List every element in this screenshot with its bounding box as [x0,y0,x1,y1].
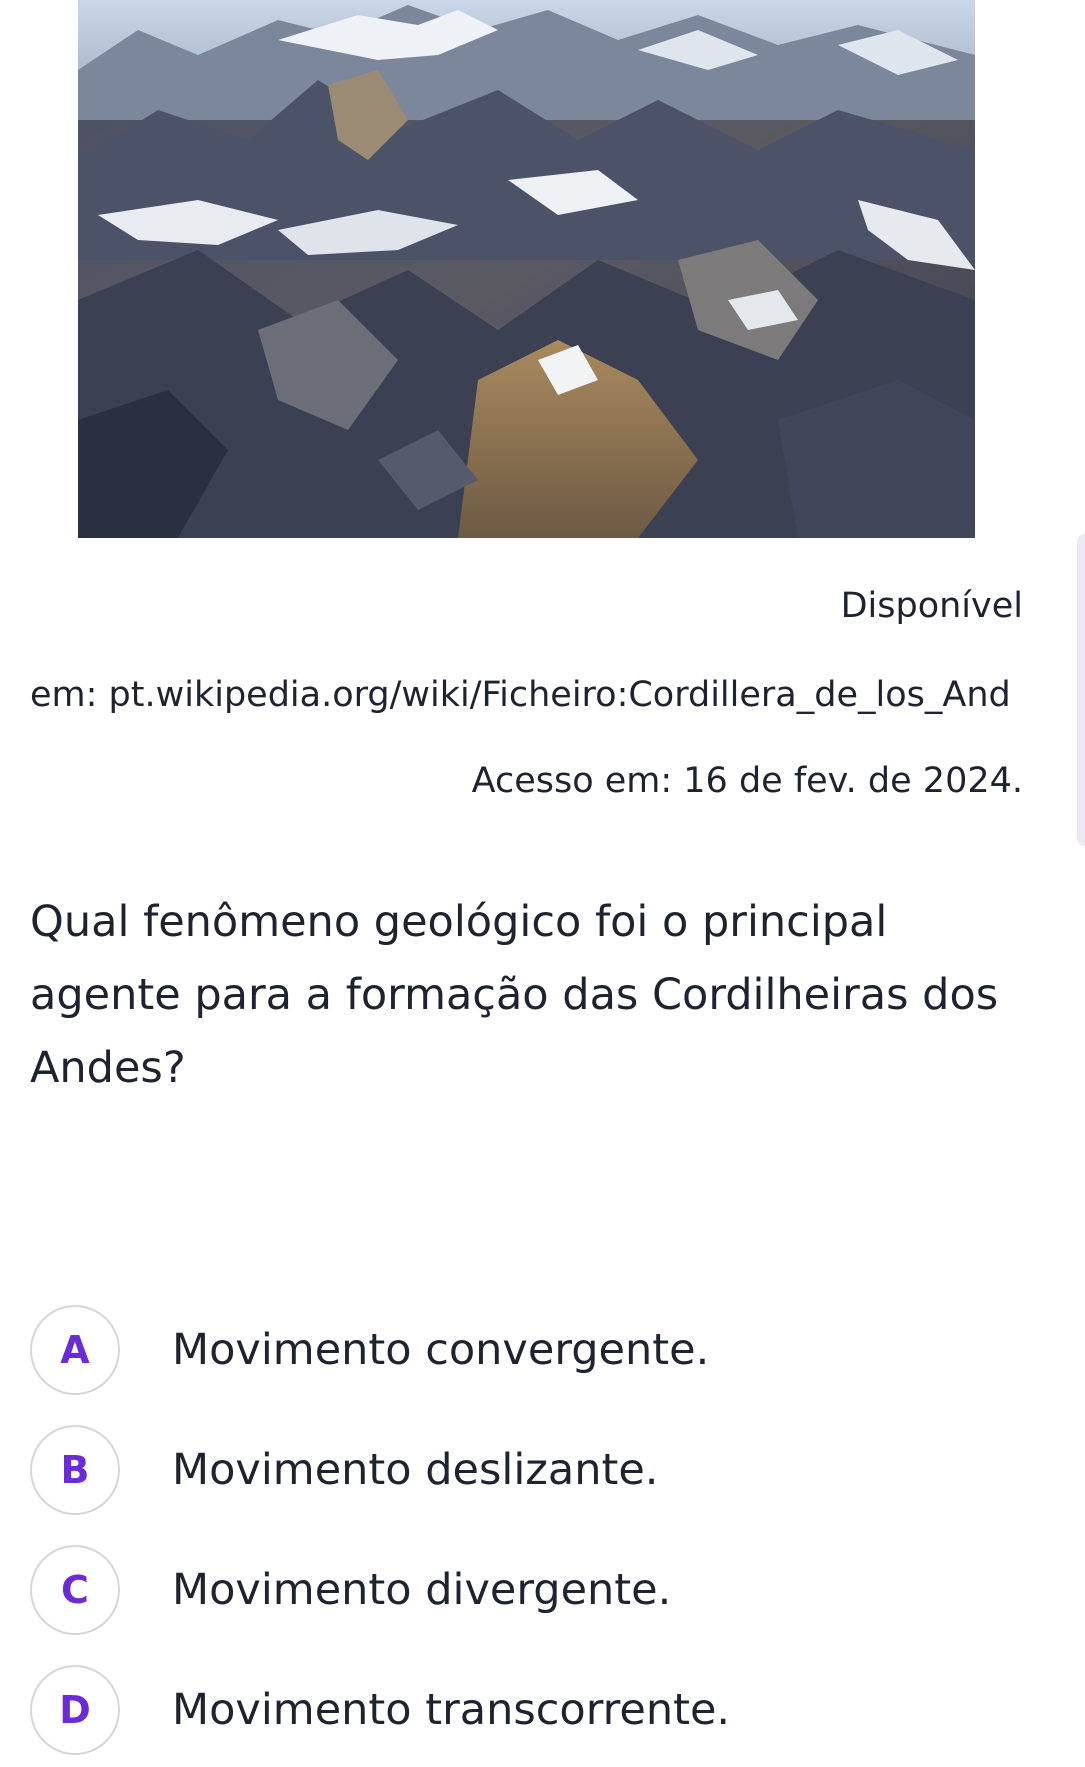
option-letter-badge: B [30,1425,120,1515]
option-label: Movimento transcorrente. [172,1685,731,1735]
option-b[interactable]: B Movimento deslizante. [30,1423,1030,1517]
option-letter-badge: C [30,1545,120,1635]
option-a[interactable]: A Movimento convergente. [30,1303,1030,1397]
option-label: Movimento deslizante. [172,1445,659,1495]
option-letter-badge: A [30,1305,120,1395]
option-letter-badge: D [30,1665,120,1755]
question-text: Qual fenômeno geológico foi o principal … [30,897,999,1093]
scroll-indicator[interactable] [1077,534,1085,846]
option-c[interactable]: C Movimento divergente. [30,1543,1030,1637]
caption-source-url: em: pt.wikipedia.org/wiki/Ficheiro:Cordi… [30,675,1011,715]
caption-access-date: Acesso em: 16 de fev. de 2024. [471,761,1023,801]
mountain-photo [78,0,975,538]
mountain-landscape-icon [78,0,975,538]
option-label: Movimento convergente. [172,1325,710,1375]
option-d[interactable]: D Movimento transcorrente. [30,1663,1030,1757]
caption-available: Disponível [840,586,1023,626]
option-label: Movimento divergente. [172,1565,672,1615]
